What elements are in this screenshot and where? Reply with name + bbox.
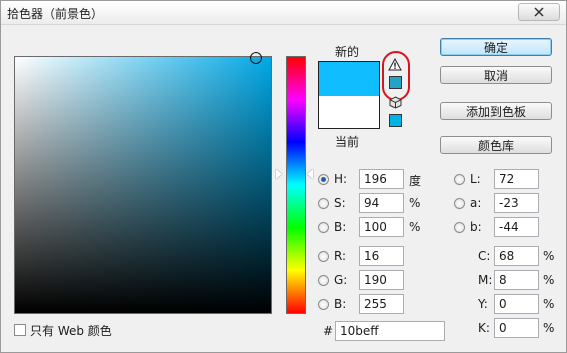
cancel-button[interactable]: 取消 [440,66,552,84]
dialog-title: 拾色器（前景色） [7,7,104,21]
color-picker-dialog: 拾色器（前景色） 新的 当前 确定 取消 添加到色板 颜色库 H: 196 度 … [0,0,567,353]
gamut-color-chip[interactable] [389,76,402,89]
hue-radio[interactable] [318,174,329,185]
lightness-input[interactable]: 72 [494,169,539,189]
close-button[interactable] [518,3,560,21]
green-input[interactable]: 190 [359,270,404,290]
brightness-radio[interactable] [318,222,329,233]
magenta-unit: % [543,273,555,287]
hue-label: H: [334,172,348,186]
black-input[interactable]: 0 [494,318,539,338]
color-field-marker[interactable] [250,52,262,64]
yellow-input[interactable]: 0 [494,294,539,314]
hue-slider[interactable] [286,56,306,314]
color-swatch [318,61,380,129]
hue-unit: 度 [409,174,422,188]
new-color-label: 新的 [335,45,360,59]
cyan-input[interactable]: 68 [494,246,539,266]
saturation-unit: % [409,196,421,210]
web-safe-color-chip[interactable] [389,114,402,127]
brightness-label: B: [334,220,347,234]
black-label: K: [478,321,490,335]
cyan-label: C: [478,249,491,263]
magenta-label: M: [478,273,493,287]
current-color-label: 当前 [335,135,360,149]
brightness-unit: % [409,220,421,234]
close-icon [534,7,544,17]
color-field[interactable] [14,52,272,314]
saturation-radio[interactable] [318,198,329,209]
web-colors-only-checkbox[interactable] [14,324,26,336]
ok-button[interactable]: 确定 [440,38,552,56]
lab-b-label: b: [470,220,482,234]
lab-a-radio[interactable] [454,198,465,209]
new-color-swatch [319,62,379,96]
hue-slider-handle-right[interactable] [307,169,313,179]
lightness-radio[interactable] [454,174,465,185]
lab-a-label: a: [470,196,482,210]
red-input[interactable]: 16 [359,246,404,266]
hue-input[interactable]: 196 [359,169,404,189]
black-unit: % [543,321,555,335]
warning-triangle-icon[interactable] [388,58,402,71]
saturation-input[interactable]: 94 [359,193,404,213]
lab-b-radio[interactable] [454,222,465,233]
green-radio[interactable] [318,275,329,286]
blue-input[interactable]: 255 [359,294,404,314]
title-bar: 拾色器（前景色） [1,1,566,25]
red-label: R: [334,249,347,263]
lab-b-input[interactable]: -44 [494,217,539,237]
hex-label: # [323,324,334,338]
brightness-input[interactable]: 100 [359,217,404,237]
red-radio[interactable] [318,251,329,262]
green-label: G: [334,273,348,287]
hex-input[interactable]: 10beff [335,321,445,341]
cyan-unit: % [543,249,555,263]
blue-radio[interactable] [318,299,329,310]
current-color-swatch[interactable] [319,96,379,128]
magenta-input[interactable]: 8 [494,270,539,290]
cube-icon[interactable] [389,96,402,109]
hue-slider-handle-left[interactable] [276,169,282,179]
color-libraries-button[interactable]: 颜色库 [440,136,552,154]
web-colors-only-label[interactable]: 只有 Web 颜色 [30,322,112,339]
lab-a-input[interactable]: -23 [494,193,539,213]
lightness-label: L: [470,172,481,186]
saturation-label: S: [334,196,346,210]
yellow-label: Y: [478,297,488,311]
yellow-unit: % [543,297,555,311]
blue-label: B: [334,297,347,311]
add-to-swatches-button[interactable]: 添加到色板 [440,102,552,120]
